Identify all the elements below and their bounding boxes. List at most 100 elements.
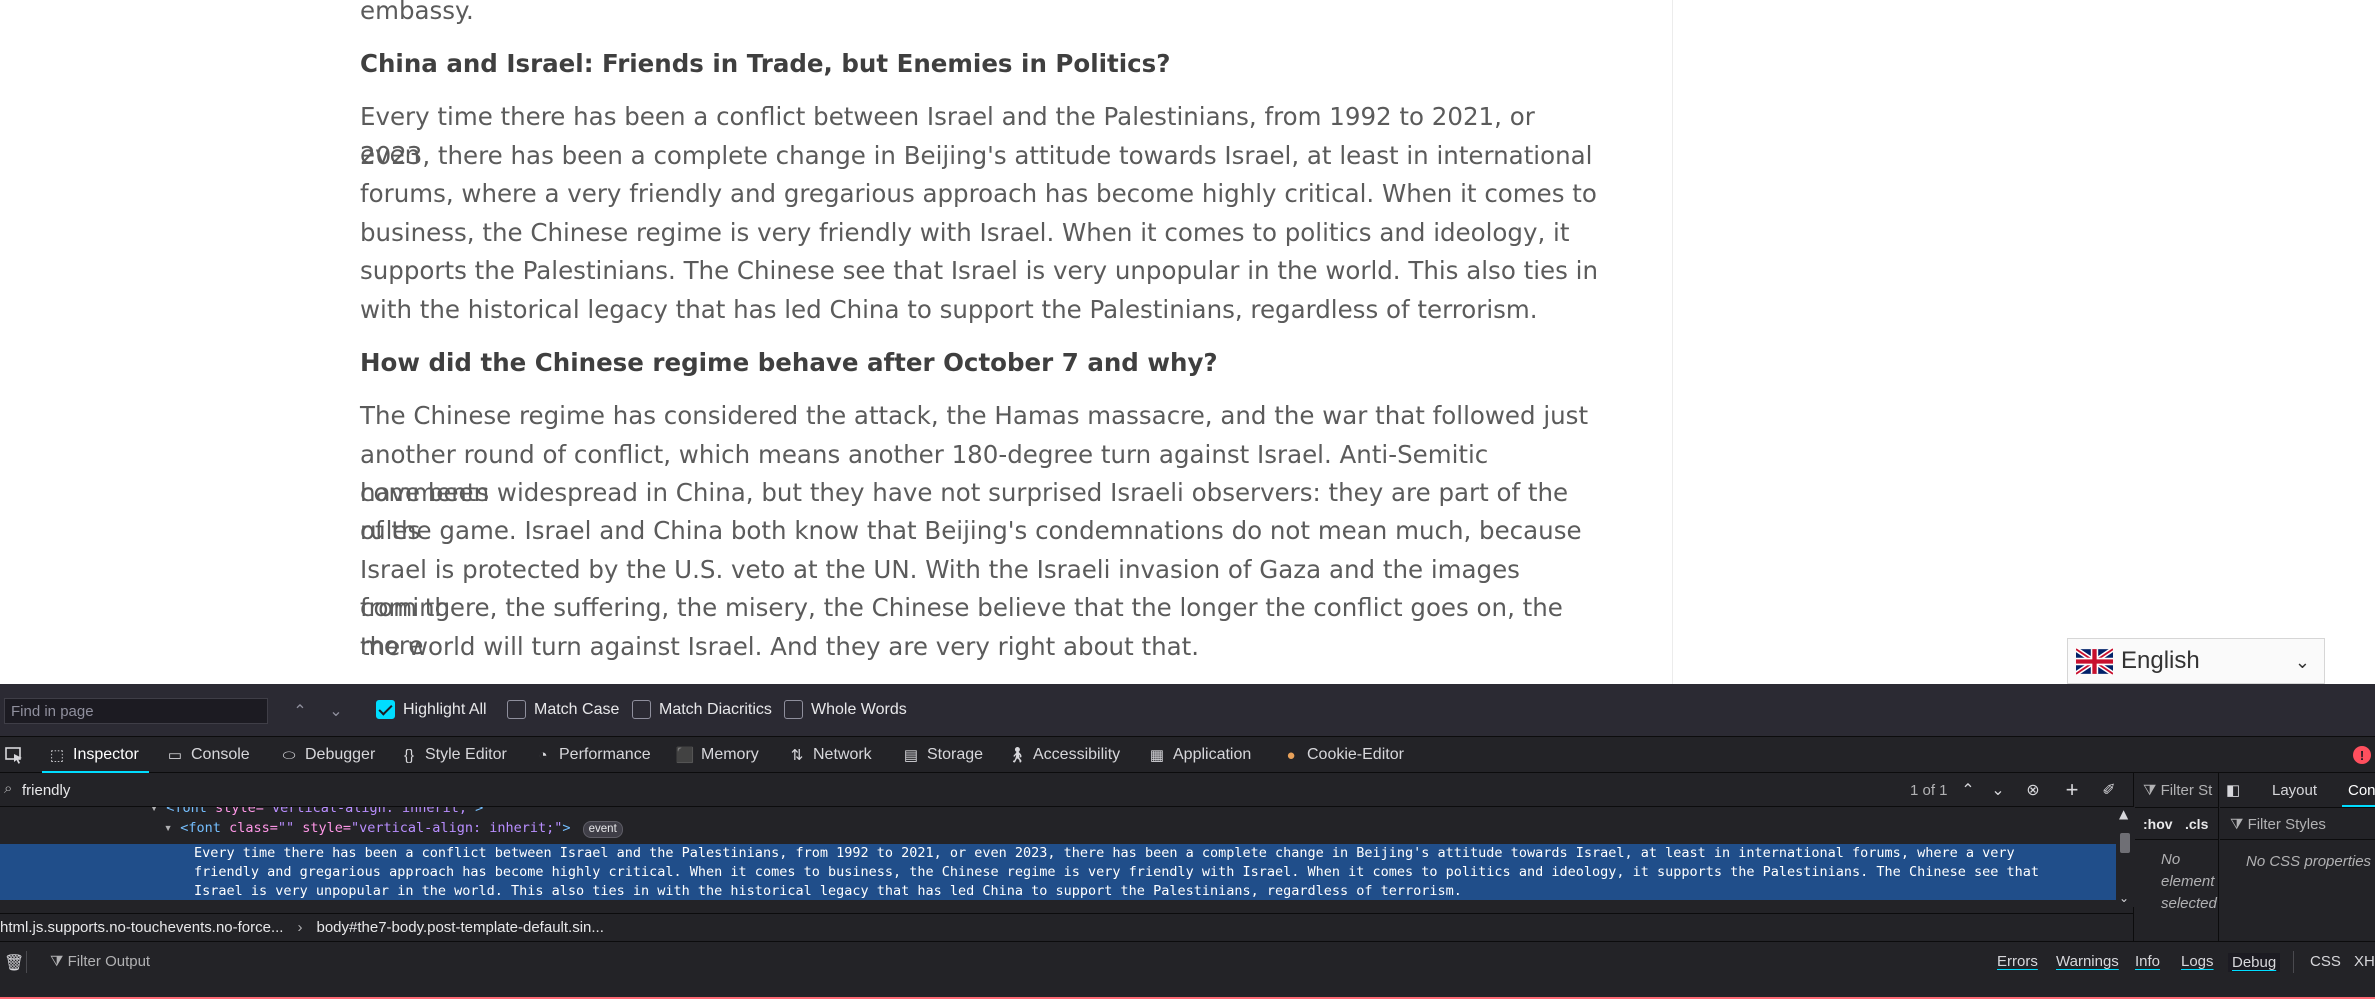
language-label: English bbox=[2121, 647, 2200, 674]
tab-label: Application bbox=[1173, 746, 1252, 763]
checkbox-unchecked[interactable] bbox=[784, 700, 803, 719]
match-case-checkbox[interactable]: Match Case bbox=[507, 700, 619, 719]
tab-console[interactable]: ▭ Console bbox=[166, 737, 250, 773]
filter-errors-button[interactable]: Errors bbox=[1997, 953, 2038, 970]
breadcrumb-item[interactable]: html.js.supports.no-touchevents.no-force… bbox=[0, 919, 283, 936]
tab-computed[interactable]: Con bbox=[2348, 782, 2375, 799]
content-divider bbox=[1672, 0, 1673, 684]
article-heading: China and Israel: Friends in Trade, but … bbox=[360, 49, 1171, 78]
tab-storage[interactable]: ▤ Storage bbox=[902, 737, 983, 773]
tab-label: Memory bbox=[701, 746, 759, 763]
tab-label: Cookie-Editor bbox=[1307, 746, 1404, 763]
filter-info-button[interactable]: Info bbox=[2135, 953, 2160, 970]
tab-label: Debugger bbox=[305, 746, 376, 763]
empty-text: No bbox=[2161, 851, 2181, 868]
paragraph-line: of the game. Israel and China both know … bbox=[360, 516, 1582, 545]
empty-state: No element selected bbox=[2161, 849, 2217, 915]
element-picker-icon[interactable] bbox=[4, 745, 24, 765]
event-badge[interactable]: event bbox=[582, 821, 623, 838]
markup-search-row: ⌕ 1 of 1 ⌃ ⌄ ⊗ + ✐ bbox=[0, 773, 2134, 807]
eyedropper-button[interactable]: ✐ bbox=[2097, 778, 2121, 802]
tab-memory[interactable]: ⬛ Memory bbox=[676, 737, 759, 773]
computed-filter[interactable]: ⧩ Filter Styles bbox=[2230, 816, 2326, 833]
uk-flag-icon bbox=[2076, 647, 2113, 675]
console-filter[interactable]: ⧩ Filter Output bbox=[50, 953, 150, 970]
cls-toggle[interactable]: .cls bbox=[2185, 816, 2208, 832]
scroll-up-icon[interactable]: ▲ bbox=[2119, 807, 2128, 821]
markup-scrollbar[interactable]: ▲ ⌄ bbox=[2116, 807, 2134, 907]
tab-application[interactable]: ▦ Application bbox=[1148, 737, 1251, 773]
tree-node[interactable]: ▾ <font style="vertical-align: inherit;"… bbox=[150, 807, 483, 816]
scroll-down-icon[interactable]: ⌄ bbox=[2119, 891, 2129, 905]
chevron-right-icon: › bbox=[297, 919, 303, 936]
breadcrumb-item[interactable]: body#the7-body.post-template-default.sin… bbox=[316, 919, 603, 936]
tab-style-editor[interactable]: {} Style Editor bbox=[400, 737, 507, 773]
tab-performance[interactable]: ◔ Performance bbox=[534, 737, 650, 773]
attr-name: style= bbox=[302, 820, 352, 836]
scrollbar-thumb[interactable] bbox=[2120, 833, 2130, 853]
gauge-icon: ◔ bbox=[538, 746, 548, 764]
filter-placeholder: Filter St bbox=[2160, 782, 2213, 799]
storage-icon: ▤ bbox=[903, 747, 919, 764]
devtools-toolbar: ⬚ Inspector ▭ Console ⬭ Debugger {} Styl… bbox=[0, 737, 2375, 773]
tab-cookie-editor[interactable]: ● Cookie-Editor bbox=[1282, 737, 1404, 773]
tab-label: Network bbox=[813, 746, 872, 763]
match-diacritics-checkbox[interactable]: Match Diacritics bbox=[632, 700, 772, 719]
language-selector[interactable]: English ⌄ bbox=[2067, 638, 2325, 684]
expand-arrow-icon[interactable]: ▾ bbox=[150, 807, 158, 816]
tree-node[interactable]: ▾ <font class="" style="vertical-align: … bbox=[164, 820, 623, 838]
error-icon[interactable]: ! bbox=[2353, 746, 2371, 764]
attr-name: style= bbox=[215, 807, 264, 816]
web-page: embassy. China and Israel: Friends in Tr… bbox=[0, 0, 2375, 684]
filter-xhr-button[interactable]: XH bbox=[2354, 953, 2375, 970]
attr-name: class= bbox=[229, 820, 278, 836]
hov-toggle[interactable]: :hov bbox=[2143, 816, 2173, 832]
chevron-up-icon: ⌃ bbox=[293, 703, 307, 720]
add-node-button[interactable]: + bbox=[2060, 777, 2084, 802]
chevron-down-icon: ⌄ bbox=[1991, 782, 2005, 799]
rules-filter[interactable]: ⧩ Filter St bbox=[2143, 782, 2212, 799]
find-next-button[interactable]: ⌄ bbox=[323, 698, 349, 724]
next-result-button[interactable]: ⌄ bbox=[1986, 778, 2010, 802]
toggle-sidebar-icon[interactable]: ◧ bbox=[2226, 781, 2240, 799]
chevron-down-icon: ⌄ bbox=[329, 703, 343, 720]
attr-value: "vertical-align: inherit;" bbox=[351, 820, 563, 836]
markup-search-input[interactable] bbox=[22, 779, 1022, 801]
checkbox-unchecked[interactable] bbox=[632, 700, 651, 719]
filter-placeholder: Filter Output bbox=[67, 953, 151, 970]
filter-warnings-button[interactable]: Warnings bbox=[2056, 953, 2119, 970]
filter-css-button[interactable]: CSS bbox=[2310, 953, 2341, 970]
whole-words-checkbox[interactable]: Whole Words bbox=[784, 700, 907, 719]
tag-close: > bbox=[562, 820, 571, 836]
highlight-all-checkbox[interactable]: Highlight All bbox=[376, 700, 487, 719]
tab-layout[interactable]: Layout bbox=[2272, 782, 2317, 799]
tab-accessibility[interactable]: 🚶︎ Accessibility bbox=[1007, 737, 1120, 773]
tab-inspector[interactable]: ⬚ Inspector bbox=[42, 737, 149, 773]
markup-view: ⌕ 1 of 1 ⌃ ⌄ ⊗ + ✐ ▾ <font style="vertic… bbox=[0, 773, 2134, 941]
paragraph-line: 2023, there has been a complete change i… bbox=[360, 141, 1593, 170]
braces-icon: {} bbox=[403, 746, 415, 764]
checkbox-unchecked[interactable] bbox=[507, 700, 526, 719]
cookie-icon: ● bbox=[1286, 746, 1296, 764]
accessibility-icon: 🚶︎ bbox=[1007, 747, 1027, 764]
markup-tree[interactable]: ▾ <font style="vertical-align: inherit;"… bbox=[0, 807, 2116, 913]
previous-result-button[interactable]: ⌃ bbox=[1956, 778, 1980, 802]
filter-debug-button[interactable]: Debug bbox=[2228, 953, 2281, 972]
expand-arrow-icon[interactable]: ▾ bbox=[164, 820, 172, 836]
filter-icon: ⧩ bbox=[2143, 782, 2157, 799]
checkbox-checked[interactable] bbox=[376, 700, 395, 719]
clear-search-button[interactable]: ⊗ bbox=[2021, 778, 2045, 802]
whole-words-label: Whole Words bbox=[811, 700, 907, 718]
find-in-page-input[interactable] bbox=[4, 698, 268, 724]
console-icon: ▭ bbox=[167, 747, 183, 764]
selected-text-node[interactable]: Every time there has been a conflict bet… bbox=[0, 844, 2116, 900]
tab-debugger[interactable]: ⬭ Debugger bbox=[280, 737, 376, 773]
trash-icon[interactable]: 🗑︎ bbox=[4, 953, 24, 973]
eyedropper-icon: ✐ bbox=[2102, 782, 2116, 799]
tab-network[interactable]: ⇅ Network bbox=[788, 737, 872, 773]
filter-logs-button[interactable]: Logs bbox=[2181, 953, 2214, 970]
paragraph-line: forums, where a very friendly and gregar… bbox=[360, 179, 1597, 208]
find-bar: ⌃ ⌄ Highlight All Match Case Match Diacr… bbox=[0, 684, 2375, 737]
filter-placeholder: Filter Styles bbox=[2247, 816, 2326, 833]
find-previous-button[interactable]: ⌃ bbox=[287, 698, 313, 724]
